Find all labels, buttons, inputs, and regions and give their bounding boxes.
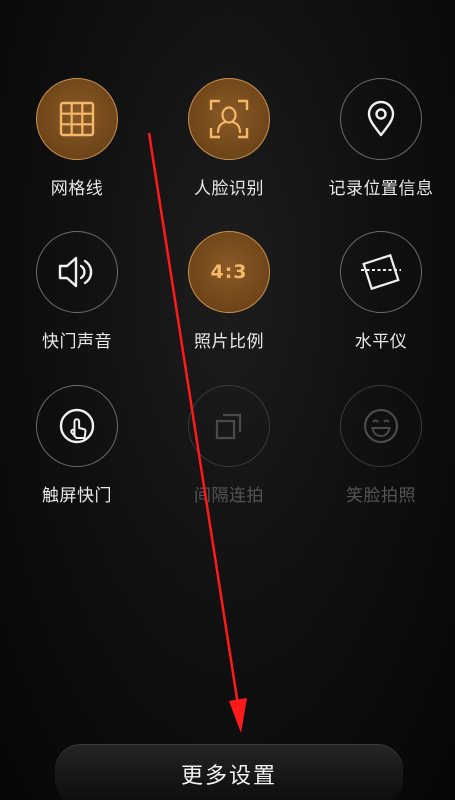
level-label: 水平仪 [354, 332, 408, 352]
setting-interval-burst[interactable]: 间隔连拍 [154, 385, 304, 535]
interval-burst-label: 间隔连拍 [194, 486, 264, 506]
setting-grid-lines[interactable]: 网格线 [2, 78, 152, 228]
level-icon [361, 253, 401, 291]
setting-level[interactable]: 水平仪 [306, 231, 455, 381]
shutter-sound-toggle[interactable] [36, 231, 118, 313]
smile-shot-toggle[interactable] [340, 385, 422, 467]
face-recognition-icon [209, 99, 249, 139]
face-recognition-toggle[interactable] [188, 78, 270, 160]
setting-touch-shutter[interactable]: 触屏快门 [2, 385, 152, 535]
setting-shutter-sound[interactable]: 快门声音 [2, 231, 152, 381]
level-toggle[interactable] [340, 231, 422, 313]
photo-ratio-label: 照片比例 [194, 332, 264, 352]
interval-burst-icon [215, 413, 242, 440]
aspect-ratio-icon: 4:3 [210, 261, 248, 283]
shutter-sound-label: 快门声音 [42, 332, 112, 352]
setting-face-recognition[interactable]: 人脸识别 [154, 78, 304, 228]
grid-lines-toggle[interactable] [36, 78, 118, 160]
speaker-icon [58, 256, 93, 288]
interval-burst-toggle[interactable] [188, 385, 270, 467]
camera-settings-screen: 网格线 人脸识别 记录位置信息 快门声音 4:3 照片比例 水平仪 触屏快门 间… [0, 0, 455, 800]
touch-shutter-icon [59, 408, 95, 444]
record-location-toggle[interactable] [340, 78, 422, 160]
record-location-label: 记录位置信息 [328, 179, 434, 199]
touch-shutter-label: 触屏快门 [42, 486, 112, 506]
setting-smile-shot[interactable]: 笑脸拍照 [306, 385, 455, 535]
setting-record-location[interactable]: 记录位置信息 [306, 78, 455, 228]
location-pin-icon [367, 100, 395, 137]
face-recognition-label: 人脸识别 [194, 179, 264, 199]
smile-shot-label: 笑脸拍照 [346, 486, 416, 506]
more-settings-label: 更多设置 [180, 764, 277, 789]
setting-photo-ratio[interactable]: 4:3 照片比例 [154, 231, 304, 381]
grid-lines-label: 网格线 [50, 179, 104, 199]
more-settings-button[interactable]: 更多设置 [55, 744, 403, 800]
photo-ratio-toggle[interactable]: 4:3 [188, 231, 270, 313]
grid-icon [59, 101, 95, 137]
smile-icon [363, 408, 399, 444]
touch-shutter-toggle[interactable] [36, 385, 118, 467]
